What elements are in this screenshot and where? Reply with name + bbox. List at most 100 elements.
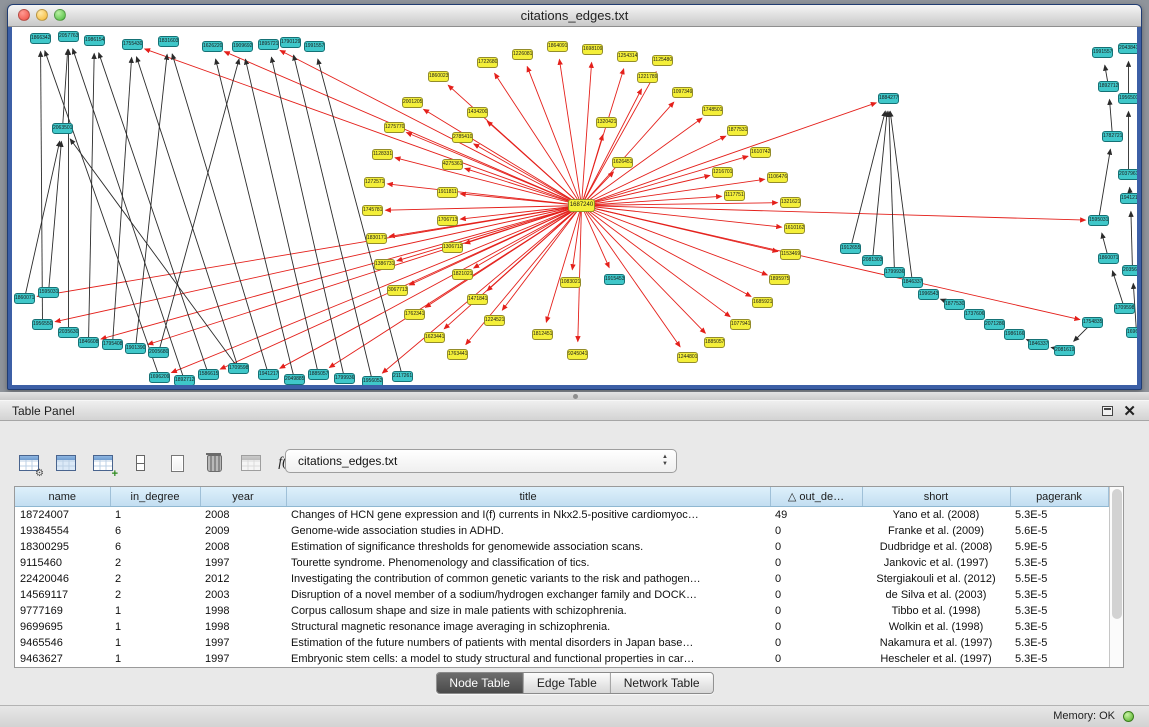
table-cell[interactable]: 2008 (200, 539, 286, 555)
graph-node[interactable]: 18466088 (78, 337, 99, 348)
graph-node[interactable]: 19118112 (437, 187, 458, 198)
graph-node[interactable]: 12448012 (677, 352, 698, 363)
graph-node[interactable]: 18775313 (727, 125, 748, 136)
table-cell[interactable]: 6 (110, 523, 200, 539)
table-cell[interactable]: 1998 (200, 603, 286, 619)
graph-node[interactable]: 18850571 (704, 337, 725, 348)
table-cell[interactable]: 1 (110, 635, 200, 651)
graph-node[interactable]: 17457812 (362, 205, 383, 216)
table-cell[interactable]: 1 (110, 619, 200, 635)
column-header[interactable]: pagerank (1010, 487, 1108, 507)
table-row[interactable]: 1872400712008Changes of HCN gene express… (15, 507, 1108, 524)
table-cell[interactable]: 19384554 (15, 523, 110, 539)
graph-node[interactable]: 17623410 (404, 309, 425, 320)
graph-node[interactable]: 17485013 (702, 105, 723, 116)
graph-node[interactable]: 15950312 (38, 287, 59, 298)
graph-node[interactable]: 20356308 (58, 327, 79, 338)
table-cell[interactable]: Wolkin et al. (1998) (862, 619, 1010, 635)
graph-node[interactable]: 17634415 (447, 349, 468, 360)
table-cell[interactable]: 0 (770, 619, 862, 635)
table-cell[interactable]: 0 (770, 587, 862, 603)
graph-node[interactable]: 14718415 (467, 294, 488, 305)
table-cell[interactable]: 2 (110, 555, 200, 571)
table-cell[interactable]: Genome-wide association studies in ADHD. (286, 523, 770, 539)
graph-node[interactable]: 12725712 (364, 177, 385, 188)
graph-node[interactable]: 17376063 (964, 309, 985, 320)
table-cell[interactable]: 5.3E-5 (1010, 619, 1108, 635)
graph-node[interactable]: 1687240 (568, 199, 595, 212)
memory-indicator-icon[interactable] (1123, 711, 1134, 722)
table-row[interactable]: 946362711997Embryonic stem cells: a mode… (15, 651, 1108, 667)
graph-node[interactable]: 16962097 (1126, 327, 1137, 338)
graph-node[interactable]: 15950313 (1088, 215, 1109, 226)
table-cell[interactable]: 2 (110, 571, 200, 587)
table-row[interactable]: 977716911998Corpus callosum shape and si… (15, 603, 1108, 619)
table-cell[interactable]: 1998 (200, 619, 286, 635)
graph-node[interactable]: 17095986 (1114, 303, 1135, 314)
edit-columns-icon[interactable]: + (90, 450, 116, 476)
table-cell[interactable]: 14569117 (15, 587, 110, 603)
table-cell[interactable]: 0 (770, 571, 862, 587)
table-cell[interactable]: 5.3E-5 (1010, 555, 1108, 571)
graph-node[interactable]: 19096924 (232, 41, 253, 52)
graph-node[interactable]: 18600713 (1098, 253, 1119, 264)
table-cell[interactable]: Franke et al. (2009) (862, 523, 1010, 539)
table-cell[interactable]: 1 (110, 603, 200, 619)
graph-node[interactable]: 11254809 (652, 55, 673, 66)
graph-node[interactable]: 10830213 (560, 277, 581, 288)
graph-node[interactable]: 18316030 (158, 36, 179, 47)
graph-node[interactable]: 12217897 (637, 72, 658, 83)
graph-node[interactable]: 17226806 (477, 57, 498, 68)
new-table-icon[interactable] (164, 450, 190, 476)
select-columns-icon[interactable] (53, 450, 79, 476)
table-cell[interactable]: Yano et al. (2008) (862, 507, 1010, 524)
graph-node[interactable]: 16264513 (612, 157, 633, 168)
table-cell[interactable]: 18724007 (15, 507, 110, 524)
table-cell[interactable]: 1997 (200, 635, 286, 651)
graph-node[interactable]: 13867313 (374, 259, 395, 270)
graph-node[interactable]: 12167012 (712, 167, 733, 178)
graph-node[interactable]: 20577637 (58, 31, 79, 42)
table-row[interactable]: 1456911722003Disruption of a novel membe… (15, 587, 1108, 603)
graph-node[interactable]: 19965430 (918, 289, 939, 300)
table-cell[interactable]: 1997 (200, 555, 286, 571)
graph-node[interactable]: 18927125 (174, 375, 195, 385)
graph-node[interactable]: 13204212 (596, 117, 617, 128)
graph-node[interactable]: 16962096 (149, 372, 170, 383)
graph-node[interactable]: 12543149 (617, 51, 638, 62)
graph-node[interactable]: 18463371 (902, 277, 923, 288)
table-cell[interactable]: 2003 (200, 587, 286, 603)
graph-node[interactable]: 18775308 (944, 299, 965, 310)
graph-node[interactable]: 17067133 (437, 215, 458, 226)
close-panel-icon[interactable]: ✕ (1123, 402, 1136, 421)
network-window[interactable]: citations_edges.txt 18663425205776371986… (7, 4, 1142, 390)
table-row[interactable]: 2242004622012Investigating the contribut… (15, 571, 1108, 587)
table-row[interactable]: 1830029562008Estimation of significance … (15, 539, 1108, 555)
graph-node[interactable]: 17827212 (1102, 131, 1123, 142)
float-panel-icon[interactable] (1102, 406, 1113, 416)
table-cell[interactable]: 18300295 (15, 539, 110, 555)
row-height-icon[interactable] (127, 450, 153, 476)
graph-node[interactable]: 18600235 (428, 71, 449, 82)
table-cell[interactable]: 1 (110, 507, 200, 524)
graph-node[interactable]: 17548358 (1082, 317, 1103, 328)
table-row[interactable]: 1938455462009Genome-wide association stu… (15, 523, 1108, 539)
table-cell[interactable]: 9463627 (15, 651, 110, 667)
table-cell[interactable]: Estimation of significance thresholds fo… (286, 539, 770, 555)
table-cell[interactable]: de Silva et al. (2003) (862, 587, 1010, 603)
table-cell[interactable]: Changes of HCN gene expression and I(f) … (286, 507, 770, 524)
table-cell[interactable]: 22420046 (15, 571, 110, 587)
graph-node[interactable]: 27854107 (452, 132, 473, 143)
graph-node[interactable]: 17999364 (334, 373, 355, 384)
table-cell[interactable]: Estimation of the future numbers of pati… (286, 635, 770, 651)
table-cell[interactable]: Nakamura et al. (1997) (862, 635, 1010, 651)
graph-node[interactable]: 21172611 (392, 371, 413, 382)
graph-node[interactable]: 18301710 (366, 233, 387, 244)
network-canvas[interactable]: 1866342520577637198615421755430018316030… (12, 27, 1137, 385)
table-cell[interactable]: Disruption of a novel member of a sodium… (286, 587, 770, 603)
graph-node[interactable]: 20356309 (1122, 265, 1137, 276)
graph-node[interactable]: 18124515 (532, 329, 553, 340)
graph-node[interactable]: 20056804 (148, 347, 169, 358)
graph-node[interactable]: 17901297 (280, 37, 301, 48)
tab-edge-table[interactable]: Edge Table (524, 673, 611, 693)
